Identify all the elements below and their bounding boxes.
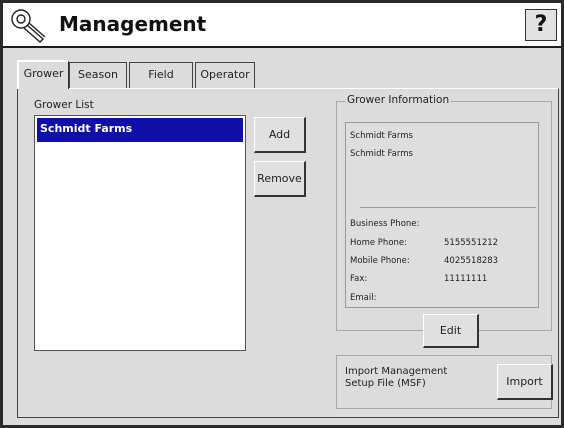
grower-list[interactable]: Schmidt Farms (34, 115, 246, 351)
tab-grower[interactable]: Grower (17, 60, 69, 89)
page-title: Management (59, 12, 207, 36)
mobile-phone-label: Mobile Phone: (350, 256, 410, 266)
grower-list-label: Grower List (34, 99, 94, 111)
grower-name: Schmidt Farms (350, 131, 413, 141)
grower-information-group: Grower Information Schmidt Farms Schmidt… (336, 94, 552, 348)
management-window: Management ? Grower Season Field Operato… (0, 0, 564, 428)
import-label-line2: Setup File (MSF) (345, 378, 426, 389)
fax-value: 11111111 (444, 274, 488, 284)
business-phone-label: Business Phone: (350, 219, 420, 229)
tab-season[interactable]: Season (69, 62, 127, 88)
import-button[interactable]: Import (497, 364, 553, 400)
email-label: Email: (350, 293, 377, 303)
list-item[interactable]: Schmidt Farms (37, 118, 243, 142)
fax-label: Fax: (350, 274, 368, 284)
grower-details: Schmidt Farms Schmidt Farms Business Pho… (345, 122, 539, 308)
import-label-line1: Import Management (345, 366, 448, 377)
grower-information-title: Grower Information (345, 94, 452, 106)
remove-button[interactable]: Remove (254, 161, 306, 197)
grower-tab-panel: Grower List Schmidt Farms Add Remove Gro… (17, 88, 559, 418)
add-button[interactable]: Add (254, 117, 306, 153)
tab-operator[interactable]: Operator (195, 62, 255, 88)
import-group: Import Management Setup File (MSF) Impor… (336, 355, 553, 409)
edit-button[interactable]: Edit (423, 314, 479, 348)
divider (360, 207, 536, 208)
grower-farm-name: Schmidt Farms (350, 149, 413, 159)
home-phone-label: Home Phone: (350, 238, 407, 248)
home-phone-value: 5155551212 (444, 238, 499, 248)
mobile-phone-value: 4025518283 (444, 256, 499, 266)
wrench-icon (11, 9, 46, 43)
title-bar: Management ? (3, 0, 561, 48)
tab-field[interactable]: Field (129, 62, 193, 88)
help-button[interactable]: ? (525, 9, 557, 41)
